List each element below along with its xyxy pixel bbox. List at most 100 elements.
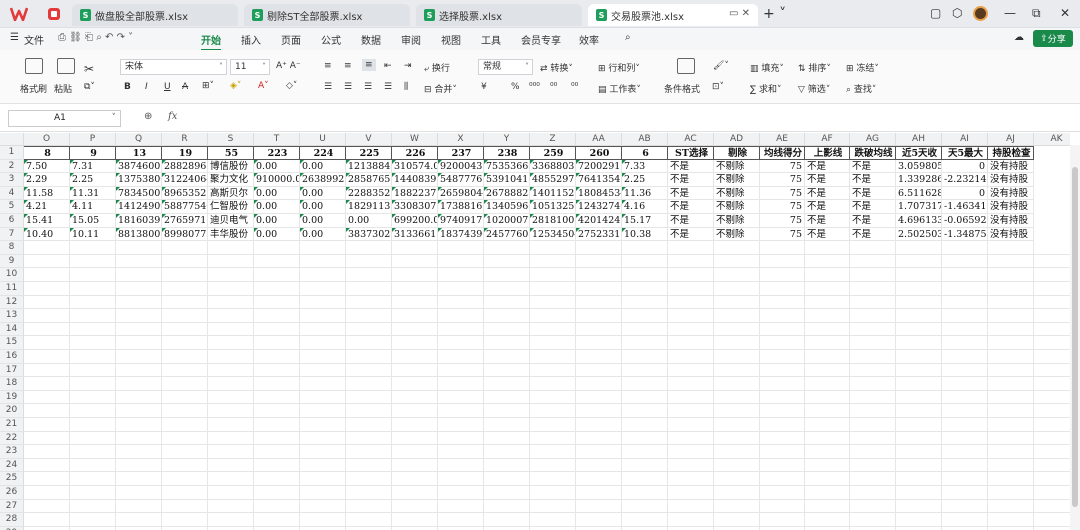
table-cell[interactable]: 75	[760, 214, 805, 228]
empty-cell[interactable]	[300, 241, 346, 255]
freeze-button[interactable]: ⊞ 冻结˅	[846, 61, 879, 74]
empty-cell[interactable]	[70, 390, 116, 405]
empty-cell[interactable]	[392, 363, 438, 378]
table-cell[interactable]: 3308307.	[392, 200, 438, 214]
empty-cell[interactable]	[162, 268, 208, 282]
empty-cell[interactable]	[438, 322, 484, 337]
empty-cell[interactable]	[942, 350, 988, 364]
table-cell[interactable]: 1882237.	[392, 186, 438, 201]
font-color-icon[interactable]: A˅	[258, 81, 269, 91]
empty-cell[interactable]	[300, 513, 346, 527]
row-header[interactable]: 13	[0, 309, 24, 323]
table-cell[interactable]: 不是	[850, 214, 896, 228]
empty-cell[interactable]	[484, 295, 530, 310]
empty-cell[interactable]	[668, 486, 714, 500]
empty-cell[interactable]	[438, 254, 484, 269]
header-cell[interactable]: 9	[70, 146, 116, 160]
worksheet-button[interactable]: ▤ 工作表˅	[598, 82, 641, 95]
conditional-format-icon[interactable]	[677, 58, 695, 74]
empty-cell[interactable]	[1034, 309, 1070, 323]
empty-cell[interactable]	[805, 431, 850, 446]
empty-cell[interactable]	[850, 241, 896, 255]
empty-cell[interactable]	[760, 377, 805, 391]
table-cell[interactable]: 不是	[850, 200, 896, 214]
row-header[interactable]: 28	[0, 513, 24, 527]
empty-cell[interactable]	[988, 282, 1034, 296]
cut-icon[interactable]: ✂	[84, 62, 94, 76]
empty-cell[interactable]	[668, 472, 714, 486]
empty-cell[interactable]	[484, 431, 530, 446]
empty-cell[interactable]	[530, 350, 576, 364]
empty-cell[interactable]	[942, 445, 988, 459]
empty-cell[interactable]	[254, 241, 300, 255]
empty-cell[interactable]	[208, 254, 254, 269]
empty-cell[interactable]	[530, 513, 576, 527]
empty-cell[interactable]	[162, 472, 208, 486]
table-cell[interactable]: 12432740.	[576, 200, 622, 214]
table-cell[interactable]: 15.41	[24, 214, 70, 228]
empty-cell[interactable]	[484, 241, 530, 255]
empty-cell[interactable]	[805, 350, 850, 364]
empty-cell[interactable]	[346, 486, 392, 500]
empty-cell[interactable]	[805, 336, 850, 350]
home-tab-icon[interactable]	[38, 4, 70, 24]
empty-cell[interactable]	[896, 350, 942, 364]
empty-cell[interactable]	[714, 268, 760, 282]
font-name-select[interactable]: 宋体 ˅	[120, 59, 227, 75]
conditional-format-label[interactable]: 条件格式	[664, 82, 700, 95]
empty-cell[interactable]	[668, 322, 714, 337]
empty-cell[interactable]	[942, 458, 988, 473]
empty-cell[interactable]	[162, 458, 208, 473]
empty-cell[interactable]	[988, 241, 1034, 255]
empty-cell[interactable]	[208, 350, 254, 364]
strikethrough-button[interactable]: A	[182, 82, 188, 92]
empty-cell[interactable]	[896, 363, 942, 378]
column-header[interactable]: AB	[622, 133, 668, 146]
empty-cell[interactable]	[760, 513, 805, 527]
table-cell[interactable]: 58877540.	[162, 200, 208, 214]
empty-cell[interactable]	[530, 445, 576, 459]
empty-cell[interactable]	[392, 350, 438, 364]
empty-cell[interactable]	[714, 418, 760, 432]
empty-cell[interactable]	[622, 336, 668, 350]
empty-cell[interactable]	[24, 458, 70, 473]
empty-cell[interactable]	[760, 431, 805, 446]
empty-cell[interactable]	[254, 282, 300, 296]
empty-cell[interactable]	[942, 309, 988, 323]
empty-cell[interactable]	[805, 404, 850, 418]
empty-cell[interactable]	[714, 282, 760, 296]
tab-close-icon[interactable]: ▭ ✕	[729, 8, 750, 19]
empty-cell[interactable]	[1034, 268, 1070, 282]
empty-cell[interactable]	[1034, 486, 1070, 500]
search-icon[interactable]: ⌕	[625, 32, 631, 43]
align-center-icon[interactable]: ☰	[344, 82, 352, 92]
row-header[interactable]: 14	[0, 322, 24, 337]
table-cell[interactable]: 0.00	[300, 214, 346, 228]
table-cell[interactable]: 10.38	[622, 227, 668, 242]
empty-cell[interactable]	[346, 309, 392, 323]
table-cell[interactable]: 没有持股	[988, 214, 1034, 228]
empty-cell[interactable]	[760, 268, 805, 282]
empty-cell[interactable]	[850, 445, 896, 459]
column-header[interactable]: Q	[116, 133, 162, 146]
empty-cell[interactable]	[714, 458, 760, 473]
empty-cell[interactable]	[24, 295, 70, 310]
empty-cell[interactable]	[622, 295, 668, 310]
column-header[interactable]: R	[162, 133, 208, 146]
column-header[interactable]: AD	[714, 133, 760, 146]
header-cell[interactable]: 226	[392, 146, 438, 160]
column-header[interactable]: AH	[896, 133, 942, 146]
empty-cell[interactable]	[346, 350, 392, 364]
empty-cell[interactable]	[392, 322, 438, 337]
empty-cell[interactable]	[668, 295, 714, 310]
empty-cell[interactable]	[300, 295, 346, 310]
empty-cell[interactable]	[805, 377, 850, 391]
empty-cell[interactable]	[116, 445, 162, 459]
table-cell[interactable]: 9200043.(	[438, 159, 484, 174]
empty-cell[interactable]	[24, 377, 70, 391]
empty-cell[interactable]	[484, 486, 530, 500]
empty-cell[interactable]	[300, 486, 346, 500]
indent-increase-icon[interactable]: ⇥	[404, 61, 412, 71]
empty-cell[interactable]	[208, 472, 254, 486]
empty-cell[interactable]	[254, 499, 300, 514]
